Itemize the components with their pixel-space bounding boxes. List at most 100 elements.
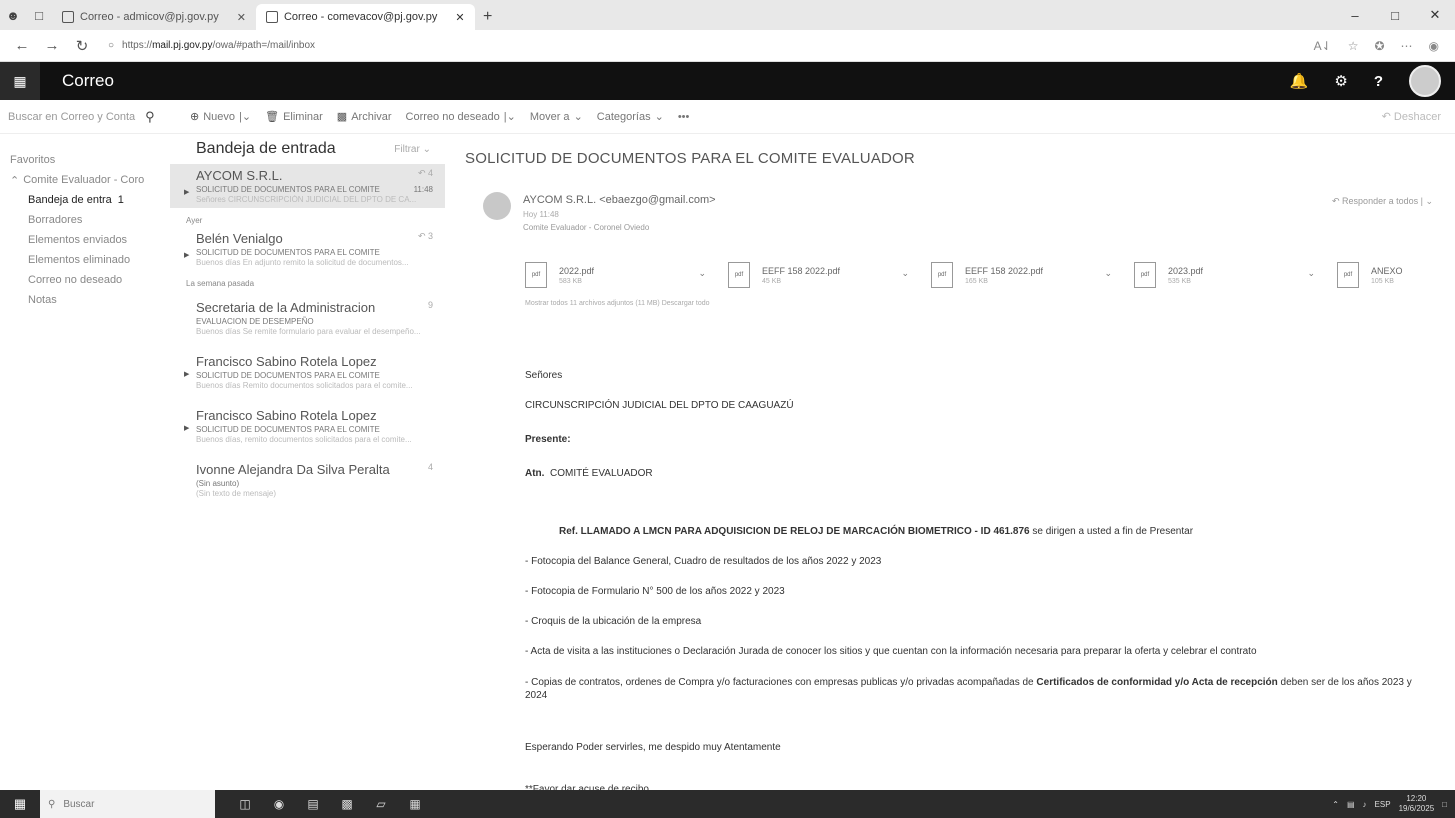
read-aloud-icon[interactable]: A⇃ bbox=[1314, 39, 1332, 53]
plus-icon: ⊕ bbox=[190, 111, 200, 123]
message-preview: Buenos días Se remite formulario para ev… bbox=[196, 327, 421, 336]
show-all-attachments-link[interactable]: Mostrar todos 11 archivos adjuntos (11 M… bbox=[525, 300, 710, 307]
categories-button[interactable]: Categorías ⌄ bbox=[597, 110, 664, 124]
undo-button[interactable]: ↶ Deshacer bbox=[1382, 110, 1455, 123]
search-placeholder: Buscar en Correo y Conta bbox=[8, 110, 136, 123]
body-reference: Ref. LLAMADO A LMCN PARA ADQUISICION DE … bbox=[559, 526, 1193, 537]
attachment-card[interactable]: pdf ANEXO 105 KB bbox=[1337, 260, 1437, 290]
group-header: Ayer bbox=[186, 216, 203, 225]
pdf-icon: pdf bbox=[1337, 262, 1359, 288]
move-button[interactable]: Mover a ⌄ bbox=[530, 110, 583, 124]
minimize-icon[interactable]: – bbox=[1335, 0, 1375, 30]
edge-icon[interactable]: ◉ bbox=[269, 795, 289, 813]
avatar[interactable] bbox=[1409, 65, 1441, 97]
clock[interactable]: 12:20 19/6/2025 bbox=[1399, 794, 1435, 814]
chevron-down-icon[interactable]: ⌄ bbox=[1104, 268, 1112, 279]
folder-deleted[interactable]: Elementos eliminado bbox=[0, 250, 170, 270]
folder-notes[interactable]: Notas bbox=[0, 290, 170, 310]
profile-icon[interactable]: ☻ bbox=[0, 0, 26, 30]
edge-icon[interactable]: ◉ bbox=[1429, 39, 1439, 53]
new-tab-button[interactable]: + bbox=[475, 4, 501, 30]
folder-inbox[interactable]: Bandeja de entra 1 bbox=[0, 190, 170, 210]
browser-tab[interactable]: Correo - admicov@pj.gov.py ✕ bbox=[52, 4, 256, 30]
app-launcher-icon[interactable]: ▦ bbox=[0, 62, 40, 100]
sender-name: AYCOM S.R.L. bbox=[196, 168, 283, 183]
url-field[interactable]: ○ https://mail.pj.gov.py/owa/#path=/mail… bbox=[100, 34, 1308, 58]
expand-icon[interactable]: ▶ bbox=[184, 188, 189, 196]
close-tab-icon[interactable]: ✕ bbox=[237, 11, 246, 24]
attachment-name: ANEXO bbox=[1371, 265, 1403, 276]
list-item[interactable]: Belén Venialgo ↶ 3 SOLICITUD DE DOCUMENTO… bbox=[170, 227, 445, 271]
sender-avatar[interactable] bbox=[483, 192, 511, 220]
attachment-card[interactable]: pdf 2023.pdf 535 KB ⌄ bbox=[1134, 260, 1337, 290]
attachment-card[interactable]: pdf EEFF 158 2022.pdf 165 KB ⌄ bbox=[931, 260, 1134, 290]
excel-icon[interactable]: ▦ bbox=[405, 795, 425, 813]
browser-tab-active[interactable]: Correo - comevacov@pj.gov.py ✕ bbox=[255, 4, 475, 30]
sender-address[interactable]: AYCOM S.R.L. <ebaezgo@gmail.com> bbox=[523, 194, 716, 206]
attachment-size: 105 KB bbox=[1371, 277, 1394, 285]
chevron-down-icon[interactable]: ⌄ bbox=[901, 268, 909, 279]
network-icon[interactable]: ▤ bbox=[1347, 800, 1355, 809]
archive-button[interactable]: ▩ Archivar bbox=[337, 110, 392, 124]
attachment-card[interactable]: pdf 2022.pdf 583 KB ⌄ bbox=[525, 260, 728, 290]
back-icon[interactable]: ← bbox=[10, 37, 34, 54]
delete-button[interactable]: 🗑 Eliminar bbox=[265, 110, 323, 124]
reload-icon[interactable]: ↻ bbox=[70, 37, 94, 55]
more-icon[interactable]: ⋯ bbox=[1401, 39, 1413, 53]
message-subject: (Sin asunto) bbox=[196, 479, 240, 488]
close-tab-icon[interactable]: ✕ bbox=[455, 11, 464, 24]
folder-drafts[interactable]: Borradores bbox=[0, 210, 170, 230]
notifications-icon[interactable]: □ bbox=[1442, 800, 1447, 809]
new-label: Nuevo bbox=[203, 110, 236, 123]
attachment-name: 2022.pdf bbox=[559, 265, 595, 276]
search-input[interactable]: Buscar en Correo y Conta ⚲ bbox=[0, 109, 170, 125]
trash-icon: 🗑 bbox=[265, 111, 280, 123]
junk-button[interactable]: Correo no deseado |⌄ bbox=[406, 110, 516, 124]
gear-icon[interactable]: ⚙ bbox=[1334, 72, 1347, 90]
account-label: Comite Evaluador - Coro bbox=[23, 174, 145, 186]
list-item[interactable]: Francisco Sabino Rotela Lopez SOLICITUD … bbox=[170, 394, 445, 448]
restore-icon[interactable]: □ bbox=[1375, 0, 1415, 30]
filter-button[interactable]: Filtrar ⌄ bbox=[394, 144, 445, 155]
help-icon[interactable]: ? bbox=[1374, 73, 1383, 90]
bell-icon[interactable]: 🔔 bbox=[1290, 72, 1309, 90]
expand-icon[interactable]: ▶ bbox=[184, 251, 189, 259]
new-button[interactable]: ⊕ Nuevo |⌄ bbox=[190, 110, 251, 124]
list-item[interactable]: Secretaria de la Administracion 9 EVALUAC… bbox=[170, 290, 445, 340]
taskbar-search[interactable]: ⚲ Buscar bbox=[40, 790, 215, 818]
folder-sent[interactable]: Elementos enviados bbox=[0, 230, 170, 250]
chevron-down-icon[interactable]: ⌄ bbox=[698, 268, 706, 279]
sender-name: Belén Venialgo bbox=[196, 231, 283, 246]
more-actions-button[interactable]: ••• bbox=[678, 111, 690, 123]
windows-start-icon[interactable]: ▦ bbox=[0, 790, 40, 818]
file-explorer-icon[interactable]: ▤ bbox=[303, 795, 323, 813]
chevron-down-icon[interactable]: ⌄ bbox=[1307, 268, 1315, 279]
volume-icon[interactable]: ♪ bbox=[1363, 800, 1367, 809]
reply-all-button[interactable]: ↶ Responder a todos | ⌄ bbox=[1332, 196, 1433, 207]
search-icon[interactable]: ⚲ bbox=[145, 109, 155, 125]
language-indicator[interactable]: ESP bbox=[1375, 800, 1391, 809]
list-item[interactable]: AYCOM S.R.L. ↶ 4 SOLICITUD DE DOCUMENTOS … bbox=[170, 164, 445, 208]
attachment-size: 45 KB bbox=[762, 277, 782, 285]
reading-scrollbar[interactable] bbox=[1437, 150, 1443, 550]
favorite-star-icon[interactable]: ☆ bbox=[1348, 39, 1359, 53]
close-window-icon[interactable]: ✕ bbox=[1415, 0, 1455, 30]
collections-icon[interactable]: ✪ bbox=[1374, 39, 1384, 53]
favorites-header[interactable]: Favoritos bbox=[0, 150, 170, 170]
chevron-up-icon[interactable]: ⌃ bbox=[1332, 800, 1339, 809]
store-icon[interactable]: ▱ bbox=[371, 795, 391, 813]
expand-icon[interactable]: ▶ bbox=[184, 370, 189, 378]
folder-junk[interactable]: Correo no deseado bbox=[0, 270, 170, 290]
tab-actions-icon[interactable]: □ bbox=[26, 0, 52, 30]
attachment-card[interactable]: pdf EEFF 158 2022.pdf 45 KB ⌄ bbox=[728, 260, 931, 290]
forward-icon[interactable]: → bbox=[40, 37, 64, 54]
list-item[interactable]: Francisco Sabino Rotela Lopez SOLICITUD … bbox=[170, 340, 445, 394]
body-item: - Acta de visita a las instituciones o D… bbox=[525, 646, 1257, 657]
account-folder[interactable]: ⌃ Comite Evaluador - Coro bbox=[0, 170, 170, 190]
task-view-icon[interactable]: ◫ bbox=[235, 795, 255, 813]
outlook-icon[interactable]: ▩ bbox=[337, 795, 357, 813]
body-item: - Copias de contratos, ordenes de Compra… bbox=[525, 676, 1415, 702]
list-item[interactable]: Ivonne Alejandra Da Silva Peralta 4 (Sin … bbox=[170, 448, 445, 502]
expand-icon[interactable]: ▶ bbox=[184, 424, 189, 432]
chevron-down-icon: ⌄ bbox=[573, 111, 583, 123]
